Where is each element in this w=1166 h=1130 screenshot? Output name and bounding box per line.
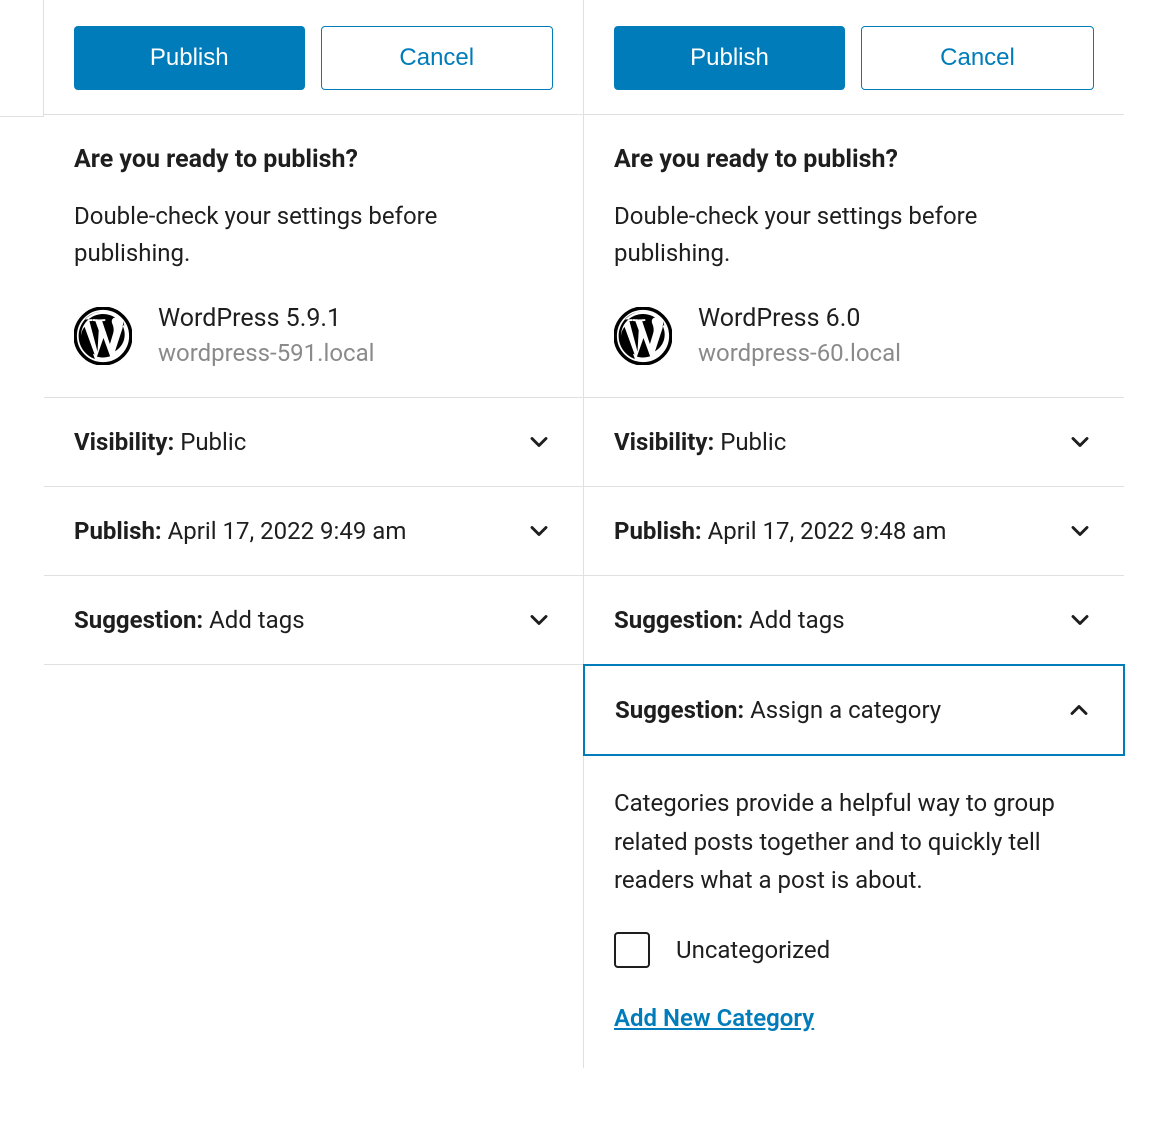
chevron-down-icon xyxy=(1066,517,1094,545)
site-name: WordPress 5.9.1 xyxy=(158,304,374,333)
cancel-button[interactable]: Cancel xyxy=(861,26,1094,90)
site-url: wordpress-60.local xyxy=(698,339,901,367)
cancel-button[interactable]: Cancel xyxy=(321,26,554,90)
visibility-row[interactable]: Visibility: Public xyxy=(44,398,583,487)
suggestion-tags-row[interactable]: Suggestion: Add tags xyxy=(44,576,583,665)
suggestion-category-row[interactable]: Suggestion: Assign a category xyxy=(583,664,1125,756)
uncategorized-label: Uncategorized xyxy=(676,936,830,964)
ready-heading: Are you ready to publish? xyxy=(614,145,1094,174)
category-panel-body: Categories provide a helpful way to grou… xyxy=(584,756,1124,1067)
chevron-down-icon xyxy=(1066,606,1094,634)
publish-date-row[interactable]: Publish: April 17, 2022 9:48 am xyxy=(584,487,1124,576)
gutter-left xyxy=(0,0,44,1068)
chevron-up-icon xyxy=(1065,696,1093,724)
visibility-row[interactable]: Visibility: Public xyxy=(584,398,1124,487)
publish-button[interactable]: Publish xyxy=(614,26,845,90)
publish-date-row[interactable]: Publish: April 17, 2022 9:49 am xyxy=(44,487,583,576)
publish-panel-left: Publish Cancel Are you ready to publish?… xyxy=(44,0,584,1068)
site-url: wordpress-591.local xyxy=(158,339,374,367)
category-help-text: Categories provide a helpful way to grou… xyxy=(614,784,1094,899)
site-name: WordPress 6.0 xyxy=(698,304,901,333)
publish-button[interactable]: Publish xyxy=(74,26,305,90)
add-new-category-link[interactable]: Add New Category xyxy=(614,1004,814,1032)
chevron-down-icon xyxy=(525,428,553,456)
ready-subtext: Double-check your settings before publis… xyxy=(74,198,553,272)
wordpress-logo-icon xyxy=(614,307,672,365)
ready-heading: Are you ready to publish? xyxy=(74,145,553,174)
suggestion-tags-row[interactable]: Suggestion: Add tags xyxy=(584,576,1124,665)
ready-subtext: Double-check your settings before publis… xyxy=(614,198,1094,272)
uncategorized-checkbox[interactable] xyxy=(614,932,650,968)
chevron-down-icon xyxy=(525,606,553,634)
wordpress-logo-icon xyxy=(74,307,132,365)
chevron-down-icon xyxy=(525,517,553,545)
publish-panel-right: Publish Cancel Are you ready to publish?… xyxy=(584,0,1124,1068)
chevron-down-icon xyxy=(1066,428,1094,456)
